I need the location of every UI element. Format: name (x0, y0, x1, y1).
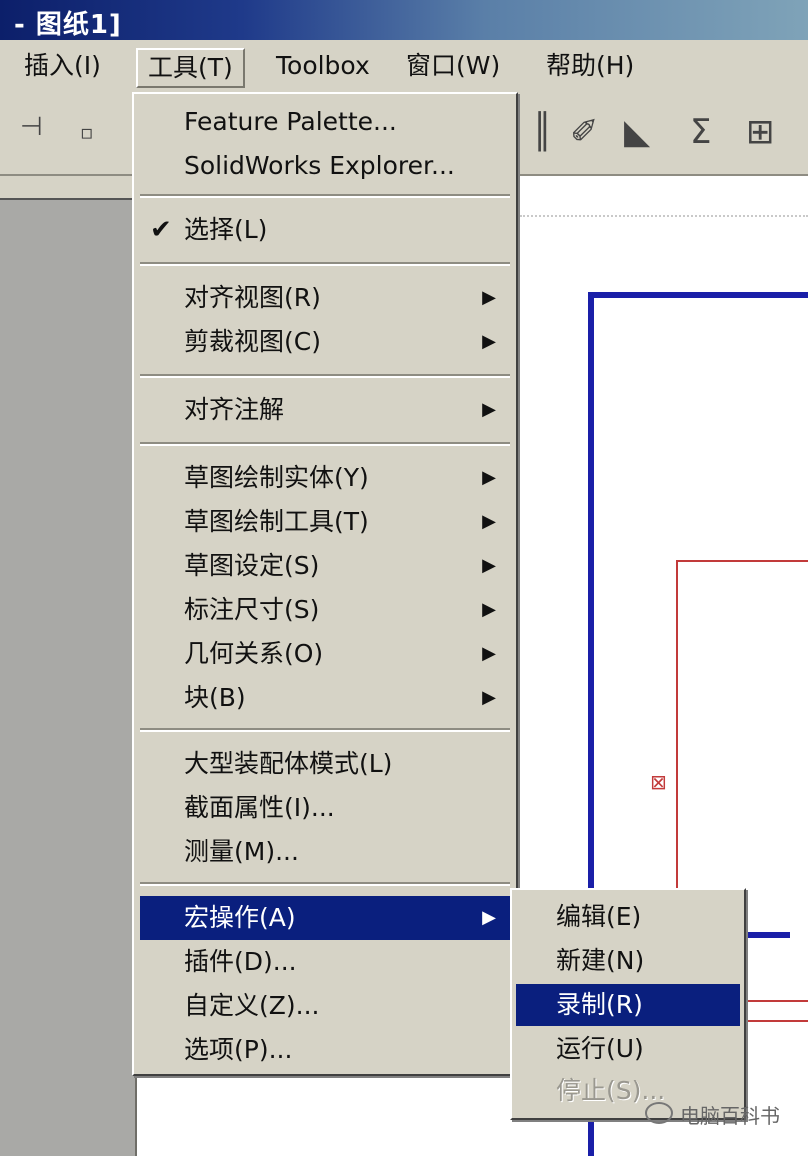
smart-dimension-icon[interactable]: ◣ (624, 112, 650, 152)
menu-item-crop-view[interactable]: 剪裁视图(C) ▶ (140, 320, 510, 364)
menu-item-relations[interactable]: 几何关系(O) ▶ (140, 632, 510, 676)
triangle-right-icon: ▶ (482, 643, 496, 664)
menu-window[interactable]: 窗口(W) (396, 48, 510, 84)
menu-item-section-properties[interactable]: 截面属性(I)... (140, 786, 510, 830)
triangle-right-icon: ▶ (482, 467, 496, 488)
submenu-item-label: 录制(R) (556, 990, 643, 1019)
submenu-item-record[interactable]: 录制(R) (516, 984, 740, 1026)
sketch-lines-bottom (745, 1000, 808, 1022)
menu-item-align-views[interactable]: 对齐视图(R) ▶ (140, 276, 510, 320)
menu-item-sketch-settings[interactable]: 草图设定(S) ▶ (140, 544, 510, 588)
menu-item-add-ins[interactable]: 插件(D)... (140, 940, 510, 984)
sheet-border-tick (745, 932, 790, 938)
menu-item-label: 草图设定(S) (184, 551, 320, 580)
menu-item-label: 自定义(Z)... (184, 991, 320, 1020)
panel-header (0, 176, 135, 200)
submenu-item-run[interactable]: 运行(U) (516, 1028, 740, 1070)
menu-item-align-annotations[interactable]: 对齐注解 ▶ (140, 388, 510, 432)
sketch-marker-icon: ⊠ (650, 770, 667, 794)
menu-item-sketch-tools[interactable]: 草图绘制工具(T) ▶ (140, 500, 510, 544)
menu-separator (140, 882, 510, 886)
menu-item-label: 剪裁视图(C) (184, 327, 321, 356)
menu-item-label: 几何关系(O) (184, 639, 324, 668)
menu-help[interactable]: 帮助(H) (536, 48, 644, 84)
menu-item-label: 草图绘制工具(T) (184, 507, 369, 536)
menu-separator (140, 442, 510, 446)
menu-item-feature-palette[interactable]: Feature Palette... (140, 100, 510, 144)
menu-item-label: 块(B) (184, 683, 246, 712)
title-bar: - 图纸1] (0, 0, 808, 40)
sketch-line-top (676, 560, 808, 562)
menu-item-dimensions[interactable]: 标注尺寸(S) ▶ (140, 588, 510, 632)
menu-item-label: 选择(L) (184, 215, 268, 244)
menu-item-blocks[interactable]: 块(B) ▶ (140, 676, 510, 720)
menu-item-measure[interactable]: 测量(M)... (140, 830, 510, 874)
menu-item-label: 标注尺寸(S) (184, 595, 320, 624)
submenu-item-label: 编辑(E) (556, 902, 642, 931)
triangle-right-icon: ▶ (482, 287, 496, 308)
menu-item-solidworks-explorer[interactable]: SolidWorks Explorer... (140, 144, 510, 188)
toolbar-arrow-icon[interactable]: ⊣ (20, 112, 43, 142)
submenu-item-label: 运行(U) (556, 1034, 644, 1063)
window-title: - 图纸1] (14, 10, 122, 40)
submenu-item-edit[interactable]: 编辑(E) (516, 896, 740, 938)
menu-item-customize[interactable]: 自定义(Z)... (140, 984, 510, 1028)
menu-item-label: 测量(M)... (184, 837, 299, 866)
menu-item-label: 大型装配体模式(L) (184, 749, 393, 778)
menu-insert[interactable]: 插入(I) (14, 48, 111, 84)
triangle-right-icon: ▶ (482, 511, 496, 532)
triangle-right-icon: ▶ (482, 687, 496, 708)
menu-item-label: 草图绘制实体(Y) (184, 463, 369, 492)
tools-dropdown-menu: Feature Palette... SolidWorks Explorer..… (132, 92, 518, 1076)
menu-item-label: 对齐视图(R) (184, 283, 321, 312)
triangle-right-icon: ▶ (482, 399, 496, 420)
menu-item-label: 截面属性(I)... (184, 793, 335, 822)
menu-separator (140, 262, 510, 266)
triangle-right-icon: ▶ (482, 599, 496, 620)
wechat-logo-icon (645, 1102, 673, 1124)
sketch-line-left (676, 560, 678, 900)
menu-item-label: 宏操作(A) (184, 903, 296, 932)
submenu-item-label: 新建(N) (556, 946, 645, 975)
macro-submenu: 编辑(E) 新建(N) 录制(R) 运行(U) 停止(S)... (510, 888, 746, 1120)
checkmark-icon: ✔ (150, 215, 172, 245)
submenu-item-new[interactable]: 新建(N) (516, 940, 740, 982)
canvas-bottom-area (135, 1075, 520, 1156)
menu-item-label: 对齐注解 (184, 395, 285, 424)
menu-separator (140, 194, 510, 198)
grid-icon[interactable]: ⊞ (746, 112, 775, 152)
menu-item-large-assembly-mode[interactable]: 大型装配体模式(L) (140, 742, 510, 786)
menu-item-label: 选项(P)... (184, 1035, 293, 1064)
watermark-text: 电脑百科书 (680, 1104, 780, 1128)
toolbar-left: ⊣ ▫ (0, 92, 135, 176)
menu-item-macro[interactable]: 宏操作(A) ▶ (140, 896, 510, 940)
menu-item-options[interactable]: 选项(P)... (140, 1028, 510, 1072)
sum-icon[interactable]: Σ (690, 112, 711, 152)
menu-item-select[interactable]: ✔ 选择(L) (140, 208, 510, 252)
toolbar-small-icon[interactable]: ▫ (80, 120, 94, 144)
sketch-pencil-icon[interactable]: ✐ (570, 112, 599, 152)
feature-manager-panel (0, 176, 137, 1156)
menu-item-label: SolidWorks Explorer... (184, 151, 455, 180)
menu-toolbox[interactable]: Toolbox (266, 48, 380, 84)
canvas-guide-line (520, 215, 808, 217)
triangle-right-icon: ▶ (482, 331, 496, 352)
menu-tools[interactable]: 工具(T) (136, 48, 245, 88)
sheet-border-top (588, 292, 808, 298)
menu-item-label: 插件(D)... (184, 947, 297, 976)
triangle-right-icon: ▶ (482, 907, 496, 928)
toolbar-grip-icon: ║ (532, 112, 553, 152)
menu-separator (140, 728, 510, 732)
menu-bar: 插入(I) 工具(T) Toolbox 窗口(W) 帮助(H) (0, 40, 808, 93)
triangle-right-icon: ▶ (482, 555, 496, 576)
menu-separator (140, 374, 510, 378)
menu-item-sketch-entities[interactable]: 草图绘制实体(Y) ▶ (140, 456, 510, 500)
menu-item-label: Feature Palette... (184, 107, 397, 136)
toolbar-right: ║ ✐ ◣ Σ ⊞ (518, 92, 808, 176)
